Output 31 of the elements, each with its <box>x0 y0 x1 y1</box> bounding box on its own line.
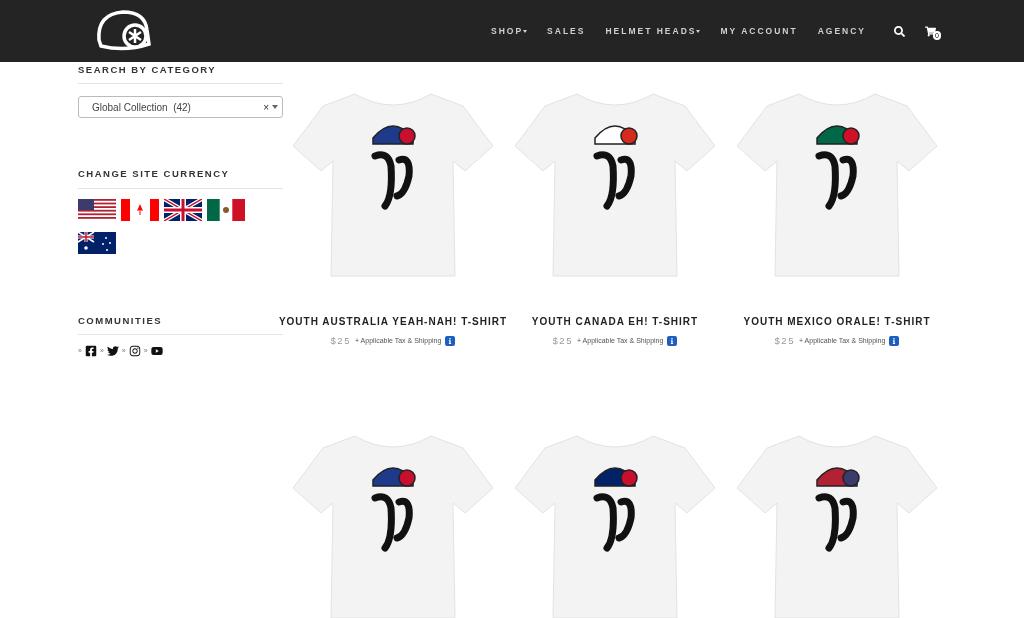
info-icon[interactable] <box>889 336 900 347</box>
caret-icon <box>696 29 701 33</box>
info-icon[interactable] <box>667 336 678 347</box>
nav-link[interactable]: HELMET HEADS <box>605 24 701 38</box>
product-title[interactable]: YOUTH CANADA EH! T-SHIRT <box>531 314 699 329</box>
category-select[interactable]: Global Collection (42) × <box>78 96 283 119</box>
flag-icon[interactable] <box>78 231 116 254</box>
flag-icon[interactable] <box>164 198 202 221</box>
info-icon[interactable] <box>445 336 456 347</box>
nav-link[interactable]: MY ACCOUNT <box>720 24 798 38</box>
facebook-icon[interactable] <box>84 344 97 357</box>
flag-icon[interactable] <box>78 198 116 221</box>
product-price: $25 <box>330 334 351 348</box>
instagram-icon[interactable] <box>128 344 141 357</box>
clear-selection-button[interactable]: × <box>263 99 269 115</box>
product-price: $25 <box>774 334 795 348</box>
youtube-icon[interactable] <box>150 344 163 357</box>
product-title[interactable]: YOUTH MEXICO ORALE! T-SHIRT <box>743 314 931 329</box>
cart-icon[interactable] <box>925 25 936 37</box>
nav-link[interactable]: SALES <box>547 24 586 38</box>
nav-link[interactable]: SHOP <box>491 24 528 38</box>
sidebar-heading: CHANGE SITE CURRENCY <box>78 167 283 189</box>
twitter-icon[interactable] <box>106 344 119 357</box>
product-price: $25 <box>552 334 573 348</box>
caret-icon[interactable] <box>272 105 278 110</box>
search-icon[interactable] <box>894 25 905 37</box>
sidebar-heading: SEARCH BY CATEGORY <box>78 62 283 85</box>
product-title[interactable]: YOUTH AUSTRALIA YEAH-NAH! T-SHIRT <box>278 314 508 329</box>
nav-link[interactable]: AGENCY <box>817 24 866 38</box>
flag-icon[interactable] <box>207 198 245 221</box>
caret-icon <box>523 29 528 33</box>
